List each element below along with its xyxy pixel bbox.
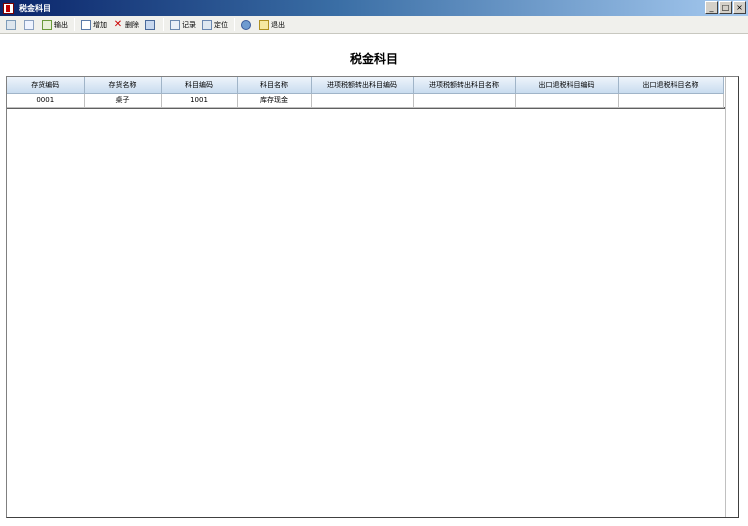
locate-label: 定位 bbox=[214, 20, 228, 29]
locate-button[interactable]: 定位 bbox=[199, 17, 231, 33]
column-header-account-code[interactable]: 科目编码 bbox=[161, 77, 238, 94]
window-controls: _ □ × bbox=[705, 1, 746, 14]
cell-inventory-name[interactable]: 桌子 bbox=[84, 93, 162, 108]
locate-icon bbox=[202, 19, 212, 30]
tax-account-table: 存货编码 存货名称 科目编码 科目名称 进项税额转出科目编码 进项税额转出科目名… bbox=[7, 77, 724, 108]
export-icon bbox=[42, 19, 52, 30]
delete-label: 删除 bbox=[125, 20, 139, 29]
preview-icon bbox=[24, 19, 34, 30]
print-button[interactable] bbox=[3, 17, 21, 33]
grid-content: 存货编码 存货名称 科目编码 科目名称 进项税额转出科目编码 进项税额转出科目名… bbox=[7, 77, 725, 109]
exit-button[interactable]: 退出 bbox=[256, 17, 288, 33]
add-icon bbox=[81, 19, 91, 30]
help-icon bbox=[241, 19, 251, 30]
column-header-input-tax-transfer-code[interactable]: 进项税额转出科目编码 bbox=[311, 77, 414, 94]
window-title: 税金科目 bbox=[19, 3, 51, 13]
record-icon bbox=[170, 19, 180, 30]
column-header-export-rebate-name[interactable]: 出口退税科目名称 bbox=[618, 77, 724, 94]
delete-button[interactable]: ✕ 删除 bbox=[110, 17, 142, 33]
toolbar-separator bbox=[234, 18, 235, 31]
column-header-export-rebate-code[interactable]: 出口退税科目编码 bbox=[515, 77, 619, 94]
export-button[interactable]: 输出 bbox=[39, 17, 71, 33]
print-icon bbox=[6, 19, 16, 30]
cell-inventory-code[interactable]: 0001 bbox=[7, 93, 85, 108]
cell-input-tax-transfer-name[interactable] bbox=[413, 93, 516, 108]
minimize-button[interactable]: _ bbox=[705, 1, 718, 14]
header-row: 存货编码 存货名称 科目编码 科目名称 进项税额转出科目编码 进项税额转出科目名… bbox=[7, 77, 724, 94]
app-icon bbox=[3, 2, 14, 14]
table-row[interactable]: 0001 桌子 1001 库存现金 bbox=[7, 93, 724, 108]
cell-account-name[interactable]: 库存现金 bbox=[237, 93, 312, 108]
record-label: 记录 bbox=[182, 20, 196, 29]
save-icon bbox=[145, 19, 155, 30]
record-button[interactable]: 记录 bbox=[167, 17, 199, 33]
column-header-account-name[interactable]: 科目名称 bbox=[237, 77, 312, 94]
cell-export-rebate-code[interactable] bbox=[515, 93, 619, 108]
maximize-button[interactable]: □ bbox=[719, 1, 732, 14]
exit-icon bbox=[259, 19, 269, 30]
save-button[interactable] bbox=[142, 17, 160, 33]
delete-icon: ✕ bbox=[113, 18, 123, 30]
column-header-input-tax-transfer-name[interactable]: 进项税额转出科目名称 bbox=[413, 77, 516, 94]
preview-button[interactable] bbox=[21, 17, 39, 33]
help-button[interactable] bbox=[238, 17, 256, 33]
add-button[interactable]: 增加 bbox=[78, 17, 110, 33]
cell-account-code[interactable]: 1001 bbox=[161, 93, 238, 108]
page-title: 税金科目 bbox=[349, 52, 398, 66]
toolbar: 输出 增加 ✕ 删除 记录 定位 退出 bbox=[0, 16, 748, 34]
cell-export-rebate-name[interactable] bbox=[618, 93, 724, 108]
cell-input-tax-transfer-code[interactable] bbox=[311, 93, 414, 108]
exit-label: 退出 bbox=[271, 20, 285, 29]
add-label: 增加 bbox=[93, 20, 107, 29]
column-header-inventory-code[interactable]: 存货编码 bbox=[7, 77, 85, 94]
export-label: 输出 bbox=[54, 20, 68, 29]
close-button[interactable]: × bbox=[733, 1, 746, 14]
toolbar-separator bbox=[74, 18, 75, 31]
title-bar: 税金科目 _ □ × bbox=[0, 0, 748, 16]
data-grid: 存货编码 存货名称 科目编码 科目名称 进项税额转出科目编码 进项税额转出科目名… bbox=[6, 76, 739, 518]
vertical-scrollbar[interactable] bbox=[725, 77, 738, 517]
column-header-inventory-name[interactable]: 存货名称 bbox=[84, 77, 162, 94]
toolbar-separator bbox=[163, 18, 164, 31]
